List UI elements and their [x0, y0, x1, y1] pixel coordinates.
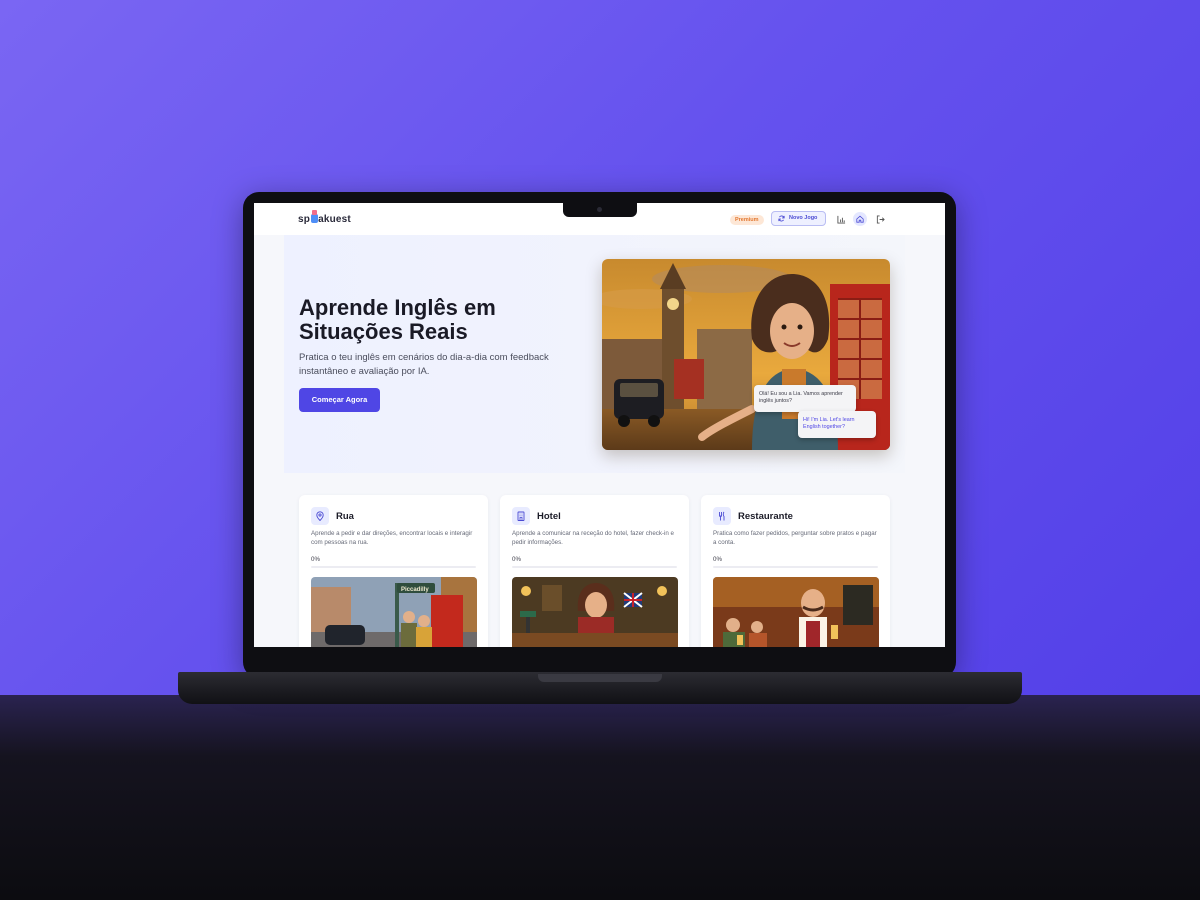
new-game-button[interactable]: Novo Jogo	[771, 211, 826, 226]
card-description: Pratica como fazer pedidos, perguntar so…	[713, 530, 877, 546]
webcam-icon	[597, 207, 602, 212]
camera-notch	[563, 203, 637, 217]
map-pin-icon	[311, 507, 329, 525]
hero-subtitle: Pratica o teu inglês em cenários do dia-…	[299, 352, 549, 377]
card-progress-label: 0%	[311, 556, 320, 563]
card-title: Rua	[336, 511, 354, 522]
card-title: Hotel	[537, 511, 561, 522]
home-icon[interactable]	[853, 212, 867, 226]
hero-illustration: Olá! Eu sou a Lia. Vamos aprender inglês…	[602, 259, 890, 450]
logo-mark-icon	[310, 210, 318, 223]
trackpad-lip	[538, 674, 662, 682]
card-progress-bar	[512, 566, 677, 568]
card-description: Aprende a pedir e dar direções, encontra…	[311, 530, 473, 546]
logout-icon[interactable]	[873, 212, 887, 226]
scenario-card-rua[interactable]: Rua Aprende a pedir e dar direções, enco…	[299, 495, 488, 647]
greeting-bubble-pt: Olá! Eu sou a Lia. Vamos aprender inglês…	[754, 385, 856, 412]
new-game-label: Novo Jogo	[789, 215, 818, 221]
logo-prefix: sp	[298, 214, 311, 225]
scenario-card-restaurante[interactable]: Restaurante Pratica como fazer pedidos, …	[701, 495, 890, 647]
logo-suffix: akuest	[318, 214, 351, 225]
start-now-button[interactable]: Começar Agora	[299, 388, 380, 412]
card-description: Aprende a comunicar na receção do hotel,…	[512, 530, 674, 546]
street-sign-text: Piccadilly	[401, 587, 429, 593]
laptop-base	[178, 672, 1022, 704]
app-screen: sp akuest Premium Novo Jogo Aprende Inglê…	[254, 203, 945, 647]
card-progress-bar	[311, 566, 476, 568]
card-progress-label: 0%	[713, 556, 722, 563]
utensils-icon	[713, 507, 731, 525]
card-title: Restaurante	[738, 511, 793, 522]
card-progress-bar	[713, 566, 878, 568]
building-icon	[512, 507, 530, 525]
hotel-illustration	[512, 577, 678, 647]
scenario-card-hotel[interactable]: Hotel Aprende a comunicar na receção do …	[500, 495, 689, 647]
refresh-icon	[778, 215, 785, 222]
bar-chart-icon[interactable]	[834, 212, 848, 226]
premium-badge[interactable]: Premium	[730, 215, 764, 225]
card-progress-label: 0%	[512, 556, 521, 563]
greeting-bubble-en: Hi! I'm Lia. Let's learn English togethe…	[798, 411, 876, 438]
brand-logo[interactable]: sp akuest	[298, 210, 351, 225]
desk-surface	[0, 695, 1200, 900]
street-illustration: Piccadilly	[311, 577, 477, 647]
hero-section: Aprende Inglês em Situações Reais Pratic…	[284, 235, 905, 473]
hero-title: Aprende Inglês em Situações Reais	[299, 295, 496, 344]
restaurant-illustration	[713, 577, 879, 647]
